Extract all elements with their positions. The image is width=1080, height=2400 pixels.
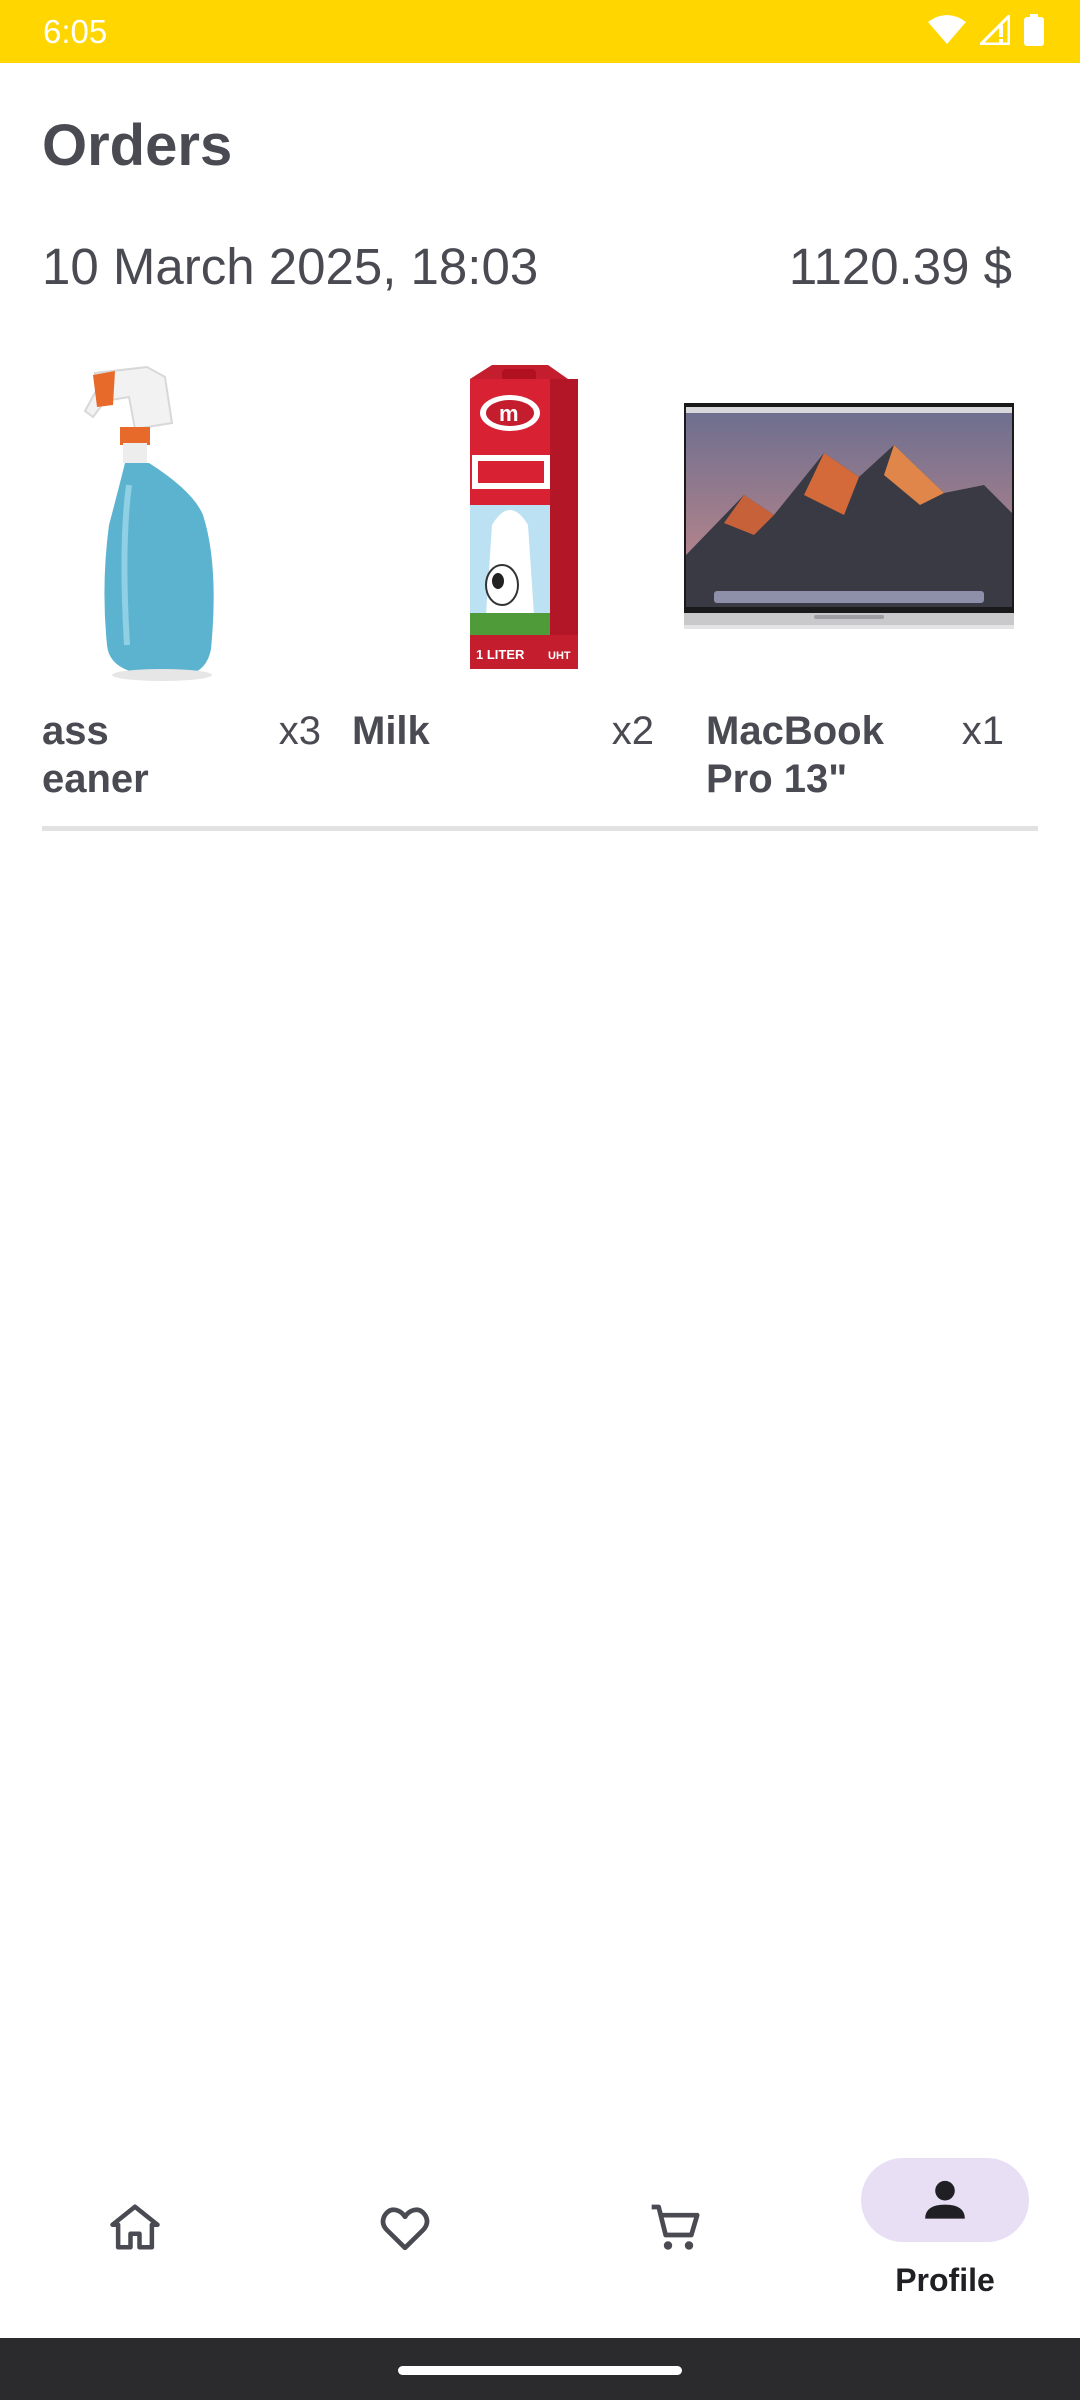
svg-text:1 LITER: 1 LITER: [476, 647, 525, 662]
item-quantity: x2: [611, 709, 654, 753]
order-item-glass-cleaner[interactable]: ass eaner x3: [42, 345, 327, 825]
glass-cleaner-image: [42, 345, 327, 685]
battery-icon: [1024, 14, 1044, 46]
nav-profile-label[interactable]: Profile: [810, 2262, 1080, 2299]
profile-icon: [925, 2180, 965, 2219]
status-time: 6:05: [43, 13, 108, 50]
status-bar: 6:05: [0, 0, 1080, 63]
order-divider: [42, 826, 1038, 831]
macbook-image: [684, 345, 1014, 685]
item-name: Milk: [352, 709, 430, 753]
nav-profile-indicator[interactable]: [861, 2158, 1029, 2242]
page-title: Orders: [42, 113, 233, 178]
nav-cart[interactable]: [540, 2140, 810, 2340]
item-name: MacBook Pro 13": [706, 709, 884, 801]
item-quantity: x3: [278, 709, 321, 753]
milk-carton-image: m 1 LITER UHT: [352, 345, 682, 685]
heart-icon: [380, 2207, 430, 2251]
nav-favorites[interactable]: [270, 2140, 540, 2340]
gesture-handle[interactable]: [398, 2366, 682, 2375]
home-icon: [110, 2204, 160, 2250]
order-total: 1120.39 $: [788, 238, 1012, 295]
nav-home[interactable]: [0, 2140, 270, 2340]
wifi-icon: [928, 15, 966, 44]
svg-text:m: m: [499, 401, 519, 426]
svg-text:UHT: UHT: [548, 650, 571, 662]
item-name: ass eaner: [42, 709, 149, 801]
item-quantity: x1: [961, 709, 1004, 753]
cart-icon: [651, 2204, 700, 2250]
order-item-macbook[interactable]: MacBook Pro 13" x1: [684, 345, 1014, 825]
order-item-milk[interactable]: m 1 LITER UHT Milk x2: [352, 345, 682, 825]
order-date[interactable]: 10 March 2025, 18:03: [42, 237, 538, 296]
signal-icon: [980, 15, 1010, 45]
order-items-list[interactable]: ass eaner x3 m 1 LITER UHT Milk x2 MacBo…: [42, 345, 1038, 825]
system-navigation-bar: [0, 2338, 1080, 2400]
